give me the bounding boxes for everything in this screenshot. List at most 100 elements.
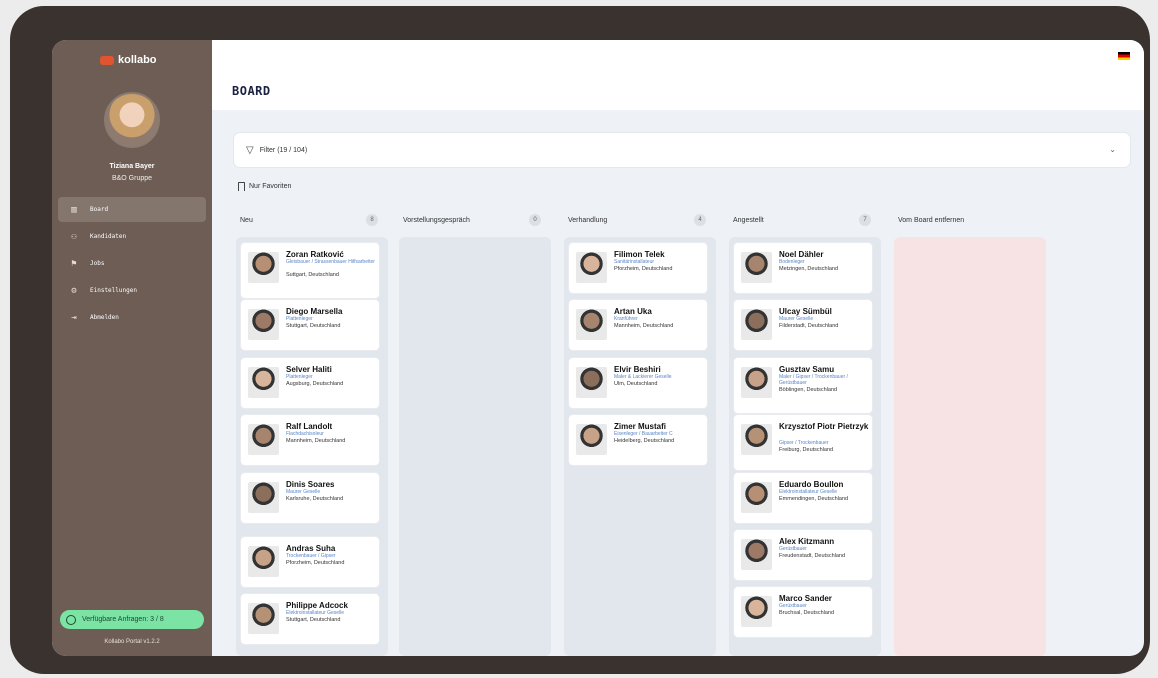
- candidate-photo: [248, 367, 279, 398]
- column-title: Vorstellungsgespräch: [403, 216, 470, 224]
- candidate-location: Metzingen, Deutschland: [779, 266, 839, 272]
- filter-bar[interactable]: ▽ Filter (19 / 104) ⌄: [234, 133, 1130, 167]
- candidate-card[interactable]: Artan Uka Kranführer Mannheim, Deutschland: [569, 300, 707, 350]
- app-screen: kollabo Tiziana Bayer B&O Gruppe ▥ Board…: [52, 40, 1144, 656]
- candidate-location: Pforzheim, Deutschland: [614, 266, 673, 272]
- board-column[interactable]: Filimon Telek Sanitärinstallateur Pforzhei…: [564, 237, 716, 656]
- candidate-location: Karlsruhe, Deutschland: [286, 496, 344, 502]
- user-company: B&O Gruppe: [111, 175, 153, 182]
- candidate-location: Filderstadt, Deutschland: [779, 323, 839, 329]
- candidate-location: Pforzheim, Deutschland: [286, 560, 345, 566]
- candidate-role: Plattenleger: [286, 316, 313, 322]
- candidate-card[interactable]: Andras Suha Trockenbauer / Gipser Pforzhei…: [241, 537, 379, 587]
- candidate-card[interactable]: Elvir Beshiri Maler & Lackierer Geselle Ul…: [569, 358, 707, 408]
- sidebar-item-jobs[interactable]: ⚑ Jobs: [58, 251, 206, 276]
- filter-label: Filter (19 / 104): [259, 146, 308, 154]
- column-count-badge: 4: [694, 214, 706, 226]
- candidate-name: Gusztav Samu: [779, 365, 835, 374]
- candidate-card[interactable]: Ralf Landolt Flachdachisoleur Mannheim, De…: [241, 415, 379, 465]
- candidate-name: Elvir Beshiri: [614, 365, 661, 374]
- candidate-card[interactable]: Eduardo Boullon Elektroinstallateur Gesel…: [734, 473, 872, 523]
- candidate-role: Trockenbauer / Gipser: [286, 553, 336, 559]
- candidate-role: Maurer Geselle: [286, 489, 321, 495]
- candidate-photo: [576, 367, 607, 398]
- jobs-icon: ⚑: [71, 258, 77, 269]
- column-header: Verhandlung 4: [568, 214, 706, 226]
- candidate-photo: [576, 424, 607, 455]
- candidate-photo: [741, 424, 772, 455]
- candidate-card[interactable]: Zoran Ratković Gleisbauer / Strassenbauer…: [241, 243, 379, 298]
- favorites-toggle[interactable]: Nur Favoriten: [238, 182, 291, 191]
- column-title: Verhandlung: [568, 216, 608, 224]
- sidebar-item-label: Einstellungen: [90, 287, 137, 294]
- candidate-location: Stuttgart, Deutschland: [286, 617, 341, 623]
- board-column[interactable]: Noel Dähler Bodenleger Metzingen, Deutschl…: [729, 237, 881, 656]
- settings-icon: ⚙: [71, 285, 77, 296]
- candidate-photo: [741, 367, 772, 398]
- candidate-role: Flachdachisoleur: [286, 431, 324, 437]
- candidate-card[interactable]: Marco Sander Gerüstbauer Bruchsal, Deutsch…: [734, 587, 872, 637]
- candidate-role: Bodenleger: [779, 259, 805, 265]
- candidate-card[interactable]: Diego Marsella Plattenleger Stuttgart, Deu…: [241, 300, 379, 350]
- candidate-card[interactable]: Gusztav Samu Maler / Gipser / Trockenbaue…: [734, 358, 872, 413]
- candidate-name: Ralf Landolt: [286, 422, 333, 431]
- tablet-frame: kollabo Tiziana Bayer B&O Gruppe ▥ Board…: [10, 6, 1150, 674]
- board-column[interactable]: [399, 237, 551, 656]
- favorites-label: Nur Favoriten: [249, 183, 292, 190]
- candidate-role: Maler / Gipser / Trockenbauer / Gerüstba…: [779, 374, 848, 386]
- candidate-name: Zimer Mustafi: [614, 422, 667, 431]
- column-count-badge: 7: [859, 214, 871, 226]
- candidate-role: Gerüstbauer: [779, 546, 807, 552]
- candidate-location: Freiburg, Deutschland: [779, 447, 834, 453]
- candidate-role: Kranführer: [614, 316, 638, 322]
- candidate-name: Marco Sander: [779, 594, 832, 603]
- column-header: Vorstellungsgespräch 0: [403, 214, 541, 226]
- candidate-card[interactable]: Zimer Mustafi Eisenleger / Bauarbeiter CH…: [569, 415, 707, 465]
- candidate-name: Diego Marsella: [286, 307, 343, 316]
- german-flag-icon[interactable]: [1118, 52, 1130, 60]
- candidate-card[interactable]: Ulcay Sümbül Maurer Geselle Filderstadt, D…: [734, 300, 872, 350]
- candidate-card[interactable]: Alex Kitzmann Gerüstbauer Freudenstadt, De…: [734, 530, 872, 580]
- candidate-card[interactable]: Filimon Telek Sanitärinstallateur Pforzhei…: [569, 243, 707, 293]
- candidate-photo: [248, 252, 279, 283]
- candidate-photo: [248, 603, 279, 634]
- chevron-down-icon[interactable]: ⌄: [1109, 145, 1116, 154]
- column-header: Vom Board entfernen: [898, 214, 1036, 226]
- candidate-card[interactable]: Krzysztof Piotr Pietrzyk Gipser / Trocken…: [734, 415, 872, 470]
- sidebar-item-label: Board: [90, 206, 109, 213]
- logo[interactable]: kollabo: [100, 54, 157, 66]
- sidebar-item-settings[interactable]: ⚙ Einstellungen: [58, 278, 206, 303]
- candidate-role: Plattenleger: [286, 374, 313, 380]
- candidate-location: Stuttgart, Deutschland: [286, 323, 341, 329]
- user-avatar[interactable]: [104, 92, 160, 148]
- candidate-role: Eisenleger / Bauarbeiter C: [614, 431, 673, 437]
- candidate-location: Böblingen, Deutschland: [779, 387, 838, 393]
- candidate-location: Mannheim, Deutschland: [614, 323, 674, 329]
- candidate-card[interactable]: Dinis Soares Maurer Geselle Karlsruhe, Deu…: [241, 473, 379, 523]
- candidate-name: Zoran Ratković: [286, 250, 344, 259]
- candidate-role: Elektroinstallateur Geselle: [286, 610, 345, 616]
- candidate-role: Maler & Lackierer Geselle: [614, 374, 672, 380]
- logout-icon: ⇥: [71, 312, 77, 323]
- candidate-role: Gleisbauer / Strassenbauer Hilfsarbeiter: [286, 259, 375, 265]
- candidate-photo: [576, 252, 607, 283]
- bookmark-icon: [238, 182, 245, 191]
- candidate-role: Elektroinstallateur Geselle: [779, 489, 838, 495]
- candidate-card[interactable]: Philippe Adcock Elektroinstallateur Gesel…: [241, 594, 379, 644]
- remove-dropzone[interactable]: [894, 237, 1046, 656]
- candidate-location: Augsburg, Deutschland: [286, 381, 344, 387]
- sidebar-item-candidates[interactable]: ⚇ Kandidaten: [58, 224, 206, 249]
- sidebar-item-board[interactable]: ▥ Board: [58, 197, 206, 222]
- candidate-card[interactable]: Noel Dähler Bodenleger Metzingen, Deutschl…: [734, 243, 872, 293]
- board-column[interactable]: Zoran Ratković Gleisbauer / Strassenbauer…: [236, 237, 388, 656]
- page-header: BOARD: [212, 40, 1144, 110]
- column-header: Angestellt 7: [733, 214, 871, 226]
- candidate-photo: [248, 482, 279, 513]
- candidate-card[interactable]: Selver Haliti Plattenleger Augsburg, Deuts…: [241, 358, 379, 408]
- candidate-name: Philippe Adcock: [286, 601, 348, 610]
- sidebar-item-logout[interactable]: ⇥ Abmelden: [58, 305, 206, 330]
- available-requests-badge[interactable]: Verfügbare Anfragen: 3 / 8: [60, 610, 204, 629]
- user-name: Tiziana Bayer: [109, 163, 155, 170]
- sidebar: kollabo Tiziana Bayer B&O Gruppe ▥ Board…: [52, 40, 212, 656]
- candidate-photo: [248, 309, 279, 340]
